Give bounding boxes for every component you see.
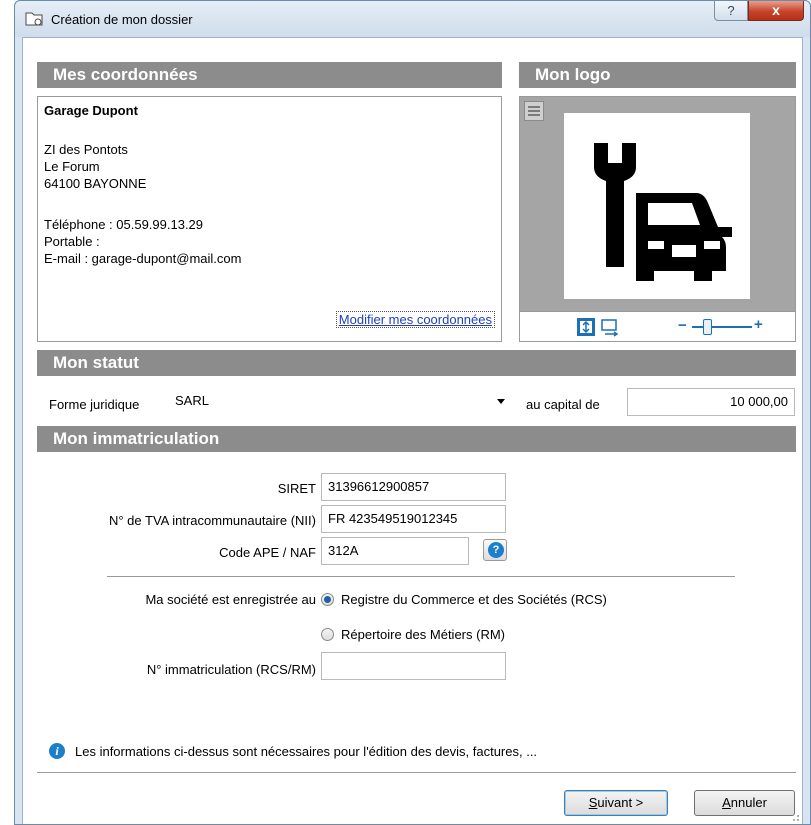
dialog-content: Mes coordonnées Garage Dupont ZI des Pon…	[22, 37, 803, 824]
forme-juridique-value: SARL	[175, 393, 209, 408]
info-text: Les informations ci-dessus sont nécessai…	[75, 744, 538, 759]
help-button[interactable]: ?	[714, 1, 748, 21]
title-bar: Création de mon dossier ? x	[15, 1, 810, 37]
telephone-line: Téléphone : 05.59.99.13.29	[44, 217, 204, 232]
forme-juridique-select[interactable]: SARL	[169, 388, 511, 416]
logo-toolbar: − +	[519, 312, 796, 342]
resize-grip-icon[interactable]	[790, 812, 800, 822]
modify-coordonnees-link[interactable]: Modifier mes coordonnées	[335, 311, 495, 328]
coordonnees-panel: Garage Dupont ZI des Pontots Le Forum 64…	[37, 96, 502, 342]
next-button[interactable]: Suivant >	[564, 790, 668, 816]
address-line-3: 64100 BAYONNE	[44, 176, 147, 191]
logo-image	[564, 113, 750, 299]
logo-preview	[519, 96, 796, 312]
ape-input[interactable]: 312A	[321, 537, 469, 565]
section-header-immatriculation: Mon immatriculation	[37, 426, 796, 452]
numero-immatriculation-label: N° immatriculation (RCS/RM)	[146, 662, 316, 677]
address-line-1: ZI des Pontots	[44, 142, 128, 157]
fit-image-icon[interactable]	[576, 317, 596, 337]
footer-divider	[37, 772, 796, 773]
radio-rcs[interactable]	[321, 593, 334, 606]
tva-input[interactable]: FR 423549519012345	[321, 505, 506, 533]
info-icon: i	[49, 743, 65, 759]
zoom-slider-thumb[interactable]	[703, 319, 712, 335]
email-line: E-mail : garage-dupont@mail.com	[44, 251, 242, 266]
resize-image-icon[interactable]	[600, 317, 620, 337]
siret-input[interactable]: 31396612900857	[321, 473, 506, 501]
divider	[107, 576, 735, 577]
tva-label: N° de TVA intracommunautaire (NII)	[108, 513, 316, 528]
tva-value: FR 423549519012345	[328, 511, 458, 526]
radio-rm[interactable]	[321, 628, 334, 641]
capital-input[interactable]: 10 000,00	[627, 388, 795, 416]
ape-label: Code APE / NAF	[219, 545, 316, 560]
folder-icon	[25, 12, 43, 26]
zoom-slider[interactable]	[692, 326, 752, 328]
ape-help-button[interactable]: ?	[483, 539, 507, 561]
section-header-coordonnees: Mes coordonnées	[37, 62, 502, 88]
logo-menu-icon[interactable]	[524, 101, 544, 121]
zoom-in-button[interactable]: +	[754, 316, 763, 333]
chevron-down-icon	[497, 399, 505, 404]
capital-label: au capital de	[526, 397, 600, 412]
wrench-car-icon	[594, 143, 732, 281]
siret-label: SIRET	[277, 481, 316, 496]
zoom-out-button[interactable]: −	[678, 317, 687, 334]
radio-rm-label[interactable]: Répertoire des Métiers (RM)	[341, 627, 505, 642]
ape-value: 312A	[328, 543, 359, 558]
section-header-statut: Mon statut	[37, 350, 796, 376]
numero-immatriculation-input[interactable]	[321, 652, 506, 680]
portable-line: Portable :	[44, 234, 100, 249]
forme-juridique-label: Forme juridique	[49, 397, 140, 412]
cancel-button[interactable]: Annuler	[694, 790, 795, 816]
dialog-window: Création de mon dossier ? x Mes coordonn…	[14, 0, 811, 825]
siret-value: 31396612900857	[328, 479, 430, 494]
address-line-2: Le Forum	[44, 159, 100, 174]
close-button[interactable]: x	[748, 1, 804, 21]
window-title: Création de mon dossier	[51, 12, 193, 27]
radio-rcs-label[interactable]: Registre du Commerce et des Sociétés (RC…	[341, 592, 607, 607]
registre-label: Ma société est enregistrée au	[145, 592, 316, 607]
question-icon: ?	[488, 542, 504, 558]
company-name: Garage Dupont	[44, 103, 138, 118]
section-header-logo: Mon logo	[519, 62, 796, 88]
capital-value: 10 000,00	[730, 394, 788, 409]
